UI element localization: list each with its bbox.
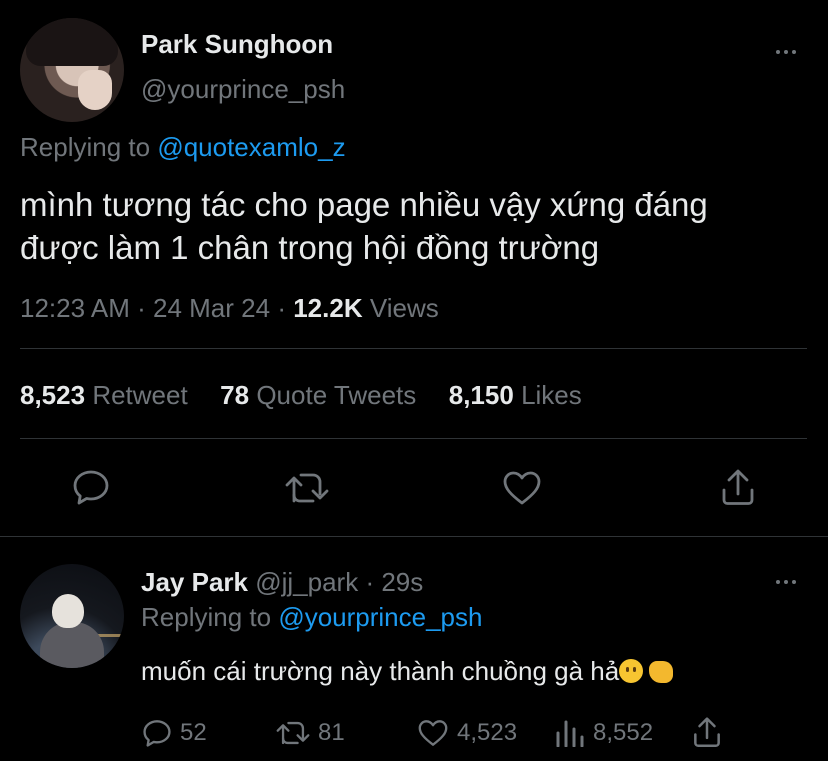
more-icon[interactable]: [776, 580, 796, 584]
like-icon: [418, 720, 448, 746]
reply-text: muốn cái trường này thành chuồng gà hả: [141, 656, 674, 687]
likes-count: 8,150: [448, 380, 514, 410]
tweet-stats: 8,523 Retweet 78 Quote Tweets 8,150 Like…: [20, 380, 582, 411]
views-action[interactable]: 8,552: [555, 719, 653, 747]
tweet-meta: 12:23 AM · 24 Mar 24 · 12.2K Views: [20, 293, 439, 324]
reply-author-handle[interactable]: @jj_park: [255, 567, 358, 597]
quotes-label: Quote Tweets: [256, 380, 417, 410]
retweet-icon: [276, 721, 310, 745]
likes-stat[interactable]: 8,150 Likes: [449, 380, 582, 410]
author-handle[interactable]: @yourprince_psh: [141, 74, 345, 105]
reply-replying-to: Replying to @yourprince_psh: [141, 602, 482, 633]
like-action[interactable]: 4,523: [417, 719, 517, 747]
views-icon: [556, 720, 584, 747]
divider: [20, 438, 807, 439]
retweet-action[interactable]: 81: [276, 719, 345, 747]
replying-to-handle[interactable]: @quotexamlo_z: [157, 132, 345, 162]
tweet-date[interactable]: 24 Mar 24: [153, 293, 270, 323]
reply-icon[interactable]: [72, 469, 110, 505]
retweets-stat[interactable]: 8,523 Retweet: [20, 380, 188, 410]
share-icon[interactable]: [692, 716, 722, 748]
views-count: 8,552: [593, 719, 654, 746]
separator: ·: [365, 567, 375, 597]
tweet-text-line: được làm 1 chân trong hội đồng trường: [20, 229, 600, 266]
likes-label: Likes: [521, 380, 582, 410]
separator: ·: [137, 293, 146, 323]
author-name[interactable]: Park Sunghoon: [141, 29, 333, 60]
tweet-text-line: mình tương tác cho page nhiều vậy xứng đ…: [20, 186, 708, 223]
reply-header: Jay Park @jj_park · 29s: [141, 567, 423, 598]
divider: [0, 536, 828, 537]
retweets-count: 8,523: [20, 380, 86, 410]
separator: ·: [277, 293, 286, 323]
reply-action[interactable]: 52: [142, 719, 207, 747]
author-avatar[interactable]: [20, 18, 124, 122]
reply-icon: [143, 720, 171, 747]
share-icon[interactable]: [720, 468, 756, 506]
reply-time[interactable]: 29s: [381, 567, 423, 597]
replying-to-label: Replying to: [141, 602, 272, 632]
smile-emoji-icon: [619, 659, 644, 683]
views-count: 12.2K: [293, 293, 363, 323]
tweet-time[interactable]: 12:23 AM: [20, 293, 130, 323]
reply-author-avatar[interactable]: [20, 564, 124, 668]
fist-emoji-icon: [649, 661, 674, 683]
retweet-icon[interactable]: [285, 471, 329, 505]
like-count: 4,523: [457, 719, 518, 746]
quotes-stat[interactable]: 78 Quote Tweets: [220, 380, 416, 410]
replying-to-handle[interactable]: @yourprince_psh: [278, 602, 482, 632]
quotes-count: 78: [220, 380, 250, 410]
retweet-count: 81: [318, 719, 345, 746]
tweet-text: mình tương tác cho page nhiều vậy xứng đ…: [20, 183, 708, 269]
more-icon[interactable]: [776, 50, 796, 54]
reply-text-content: muốn cái trường này thành chuồng gà hả: [141, 656, 620, 686]
reply-author-name[interactable]: Jay Park: [141, 567, 248, 597]
divider: [20, 348, 807, 349]
replying-to-label: Replying to: [20, 132, 151, 162]
retweets-label: Retweet: [92, 380, 188, 410]
like-icon[interactable]: [502, 470, 542, 506]
replying-to: Replying to @quotexamlo_z: [20, 132, 346, 163]
views-label: Views: [369, 293, 439, 323]
reply-count: 52: [180, 719, 207, 746]
